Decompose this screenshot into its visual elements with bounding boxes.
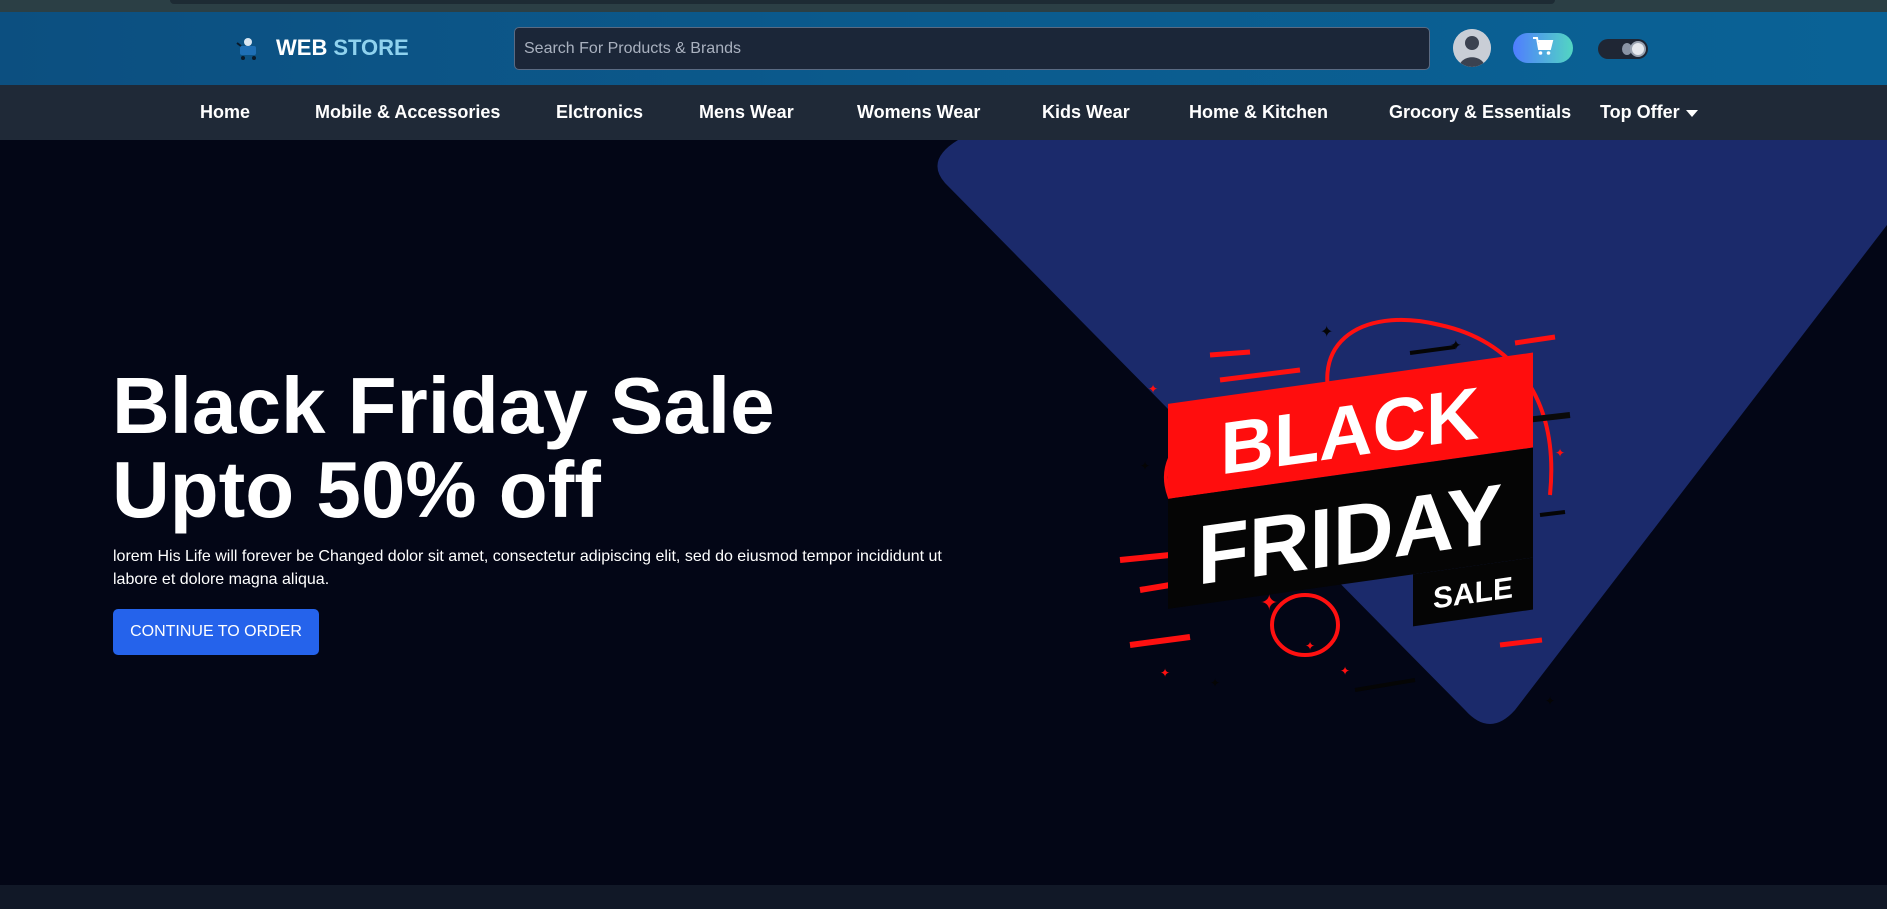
- hero-headline: Black Friday Sale Upto 50% off: [112, 364, 972, 532]
- continue-to-order-button[interactable]: CONTINUE TO ORDER: [113, 609, 319, 655]
- black-friday-badge: ✦ ✦ ✦ ✦ ✦ ✦ ✦ ✦ ✦ ✦ ✦ ✦ BLACK FRIDAY SAL…: [1119, 317, 1571, 705]
- hero-headline-line1: Black Friday Sale: [112, 361, 775, 450]
- svg-text:✦: ✦: [1545, 694, 1555, 705]
- svg-text:✦: ✦: [1320, 322, 1333, 341]
- svg-text:✦: ✦: [1450, 338, 1462, 354]
- svg-text:✦: ✦: [1210, 676, 1220, 690]
- svg-text:✦: ✦: [1340, 664, 1350, 678]
- hero-headline-line2: Upto 50% off: [112, 445, 601, 534]
- page-bottom-band: [0, 885, 1887, 909]
- svg-text:✦: ✦: [1140, 459, 1150, 473]
- svg-text:✦: ✦: [1305, 639, 1315, 653]
- svg-text:✦: ✦: [1148, 382, 1158, 396]
- hero-description: lorem His Life will forever be Changed d…: [113, 548, 942, 588]
- svg-text:✦: ✦: [1555, 446, 1565, 460]
- svg-text:✦: ✦: [1160, 666, 1170, 680]
